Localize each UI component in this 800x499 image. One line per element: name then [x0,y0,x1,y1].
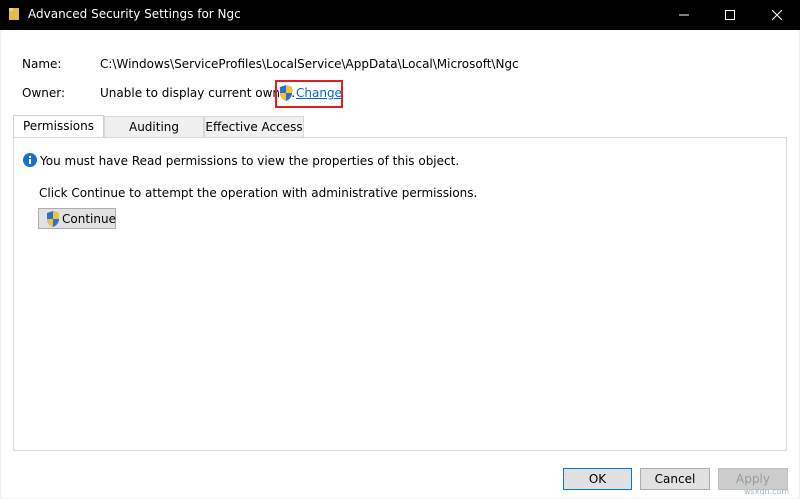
info-message: You must have Read permissions to view t… [40,154,460,168]
tab-effective-access[interactable]: Effective Access [204,116,304,137]
continue-button[interactable]: Continue [38,208,116,229]
owner-label: Owner: [22,86,66,100]
tab-auditing[interactable]: Auditing [104,116,204,137]
close-icon [772,10,782,20]
maximize-button[interactable] [707,0,753,30]
close-button[interactable] [754,0,800,30]
minimize-button[interactable] [661,0,707,30]
tab-permissions[interactable]: Permissions [13,115,104,137]
change-owner-link[interactable]: Change [296,86,342,100]
window-title: Advanced Security Settings for Ngc [28,7,241,21]
uac-shield-icon [47,211,59,227]
uac-shield-icon [280,85,292,101]
folder-icon [9,8,19,20]
permissions-panel [13,137,787,451]
continue-message: Click Continue to attempt the operation … [39,186,478,200]
ok-button[interactable]: OK [563,468,632,490]
continue-button-label: Continue [62,212,116,226]
cancel-button[interactable]: Cancel [640,468,710,490]
minimize-icon [679,14,689,16]
owner-value: Unable to display current owner. [100,86,296,100]
info-icon [23,153,37,167]
maximize-icon [725,10,735,20]
watermark: wsxdn.com [744,487,790,496]
object-path: C:\Windows\ServiceProfiles\LocalService\… [100,57,519,71]
title-bar: Advanced Security Settings for Ngc [0,0,800,30]
name-label: Name: [22,57,62,71]
